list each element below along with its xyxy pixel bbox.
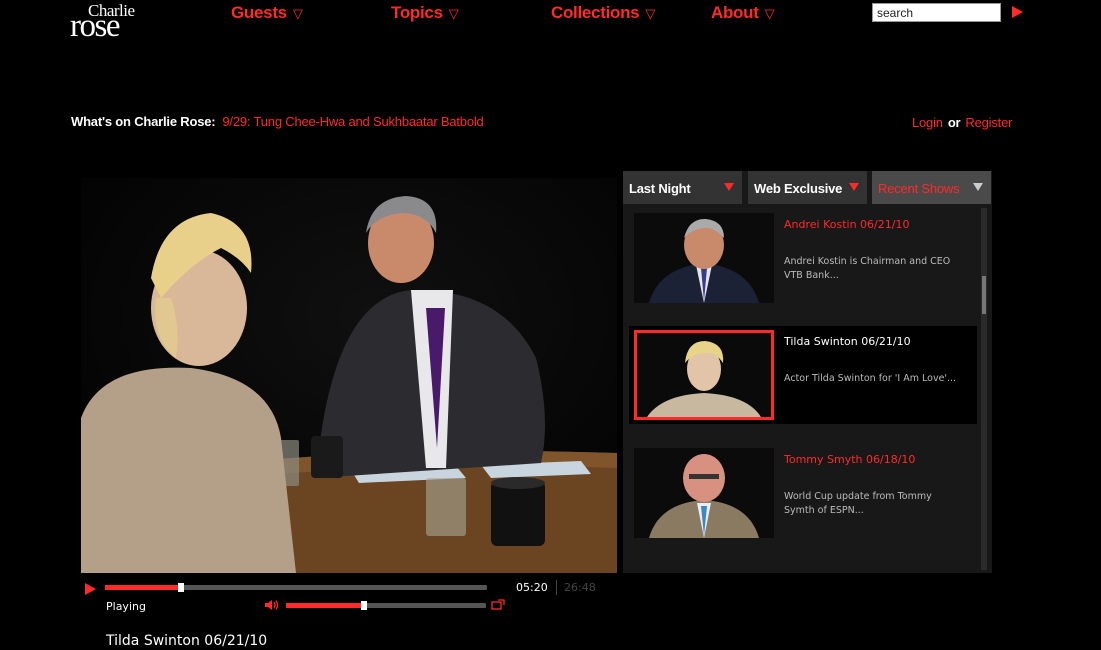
whats-on-link[interactable]: 9/29: Tung Chee-Hwa and Sukhbaatar Batbo… bbox=[222, 114, 483, 129]
show-thumbnail bbox=[634, 330, 774, 420]
tab-last-night-label: Last Night bbox=[629, 181, 691, 196]
show-description: Andrei Kostin is Chairman and CEO VTB Ba… bbox=[784, 256, 951, 281]
total-time: 26:48 bbox=[564, 581, 596, 594]
tab-web-exclusive-label: Web Exclusive bbox=[754, 181, 843, 196]
login-link[interactable]: Login bbox=[912, 115, 943, 130]
nav-guests-arrow-icon: ▽ bbox=[292, 6, 303, 21]
volume-level bbox=[286, 603, 364, 608]
list-item[interactable]: Tilda Swinton 06/21/10 Actor Tilda Swint… bbox=[629, 326, 977, 424]
scrollbar-handle[interactable] bbox=[982, 276, 986, 314]
show-title: Tommy Smyth 06/18/10 bbox=[784, 453, 916, 466]
auth-or-text: or bbox=[947, 115, 961, 130]
seek-progress bbox=[105, 585, 181, 590]
show-thumbnail bbox=[634, 213, 774, 303]
volume-icon[interactable] bbox=[265, 599, 279, 611]
nav-topics[interactable]: Topics ▽ bbox=[391, 3, 459, 23]
video-frame bbox=[81, 178, 617, 573]
nav-about-label: About bbox=[711, 3, 759, 22]
current-time: 05:20 bbox=[516, 581, 548, 594]
show-title: Tilda Swinton 06/21/10 bbox=[784, 335, 911, 348]
dropdown-arrow-icon bbox=[724, 183, 734, 191]
seek-bar[interactable] bbox=[105, 583, 487, 592]
search-input[interactable] bbox=[872, 3, 1001, 22]
nav-guests[interactable]: Guests ▽ bbox=[231, 3, 303, 23]
play-icon[interactable] bbox=[85, 583, 96, 595]
dropdown-arrow-icon bbox=[973, 183, 983, 191]
nav-topics-arrow-icon: ▽ bbox=[448, 6, 459, 21]
nav-collections-label: Collections bbox=[551, 3, 640, 22]
tab-recent-shows[interactable]: Recent Shows bbox=[872, 171, 991, 204]
show-description: World Cup update from Tommy Symth of ESP… bbox=[784, 491, 932, 516]
charlie-rose-logo[interactable]: Charlie rose bbox=[70, 2, 150, 44]
volume-slider[interactable] bbox=[286, 601, 486, 610]
nav-collections-arrow-icon: ▽ bbox=[645, 6, 656, 21]
tab-recent-shows-label: Recent Shows bbox=[878, 181, 960, 196]
list-item[interactable]: Tommy Smyth 06/18/10 World Cup update fr… bbox=[629, 444, 977, 542]
playback-status: Playing bbox=[106, 600, 146, 613]
shows-list: Andrei Kostin 06/21/10 Andrei Kostin is … bbox=[629, 209, 979, 571]
show-title: Andrei Kostin 06/21/10 bbox=[784, 218, 910, 231]
fullscreen-icon[interactable] bbox=[491, 599, 505, 611]
show-thumbnail bbox=[634, 448, 774, 538]
video-player[interactable] bbox=[81, 178, 617, 573]
auth-links: Login or Register bbox=[912, 115, 1012, 130]
whats-on-bar: What's on Charlie Rose: 9/29: Tung Chee-H… bbox=[71, 114, 484, 129]
nav-collections[interactable]: Collections ▽ bbox=[551, 3, 655, 23]
list-scrollbar[interactable] bbox=[981, 208, 987, 570]
nav-guests-label: Guests bbox=[231, 3, 287, 22]
volume-handle[interactable] bbox=[361, 601, 367, 610]
dropdown-arrow-icon bbox=[849, 183, 859, 191]
now-playing-title: Tilda Swinton 06/21/10 bbox=[106, 633, 268, 649]
nav-about-arrow-icon: ▽ bbox=[764, 6, 775, 21]
register-link[interactable]: Register bbox=[965, 115, 1012, 130]
tab-last-night[interactable]: Last Night bbox=[623, 171, 742, 204]
whats-on-label: What's on Charlie Rose: bbox=[71, 114, 216, 129]
nav-topics-label: Topics bbox=[391, 3, 443, 22]
shows-panel: Last Night Web Exclusive Recent Shows An… bbox=[623, 171, 992, 573]
seek-handle[interactable] bbox=[178, 583, 184, 592]
tab-web-exclusive[interactable]: Web Exclusive bbox=[748, 171, 867, 204]
show-description: Actor Tilda Swinton for 'I Am Love'... bbox=[784, 373, 957, 384]
search-go-icon[interactable] bbox=[1012, 6, 1023, 18]
nav-about[interactable]: About ▽ bbox=[711, 3, 775, 23]
time-divider bbox=[556, 580, 557, 595]
logo-line-2: rose bbox=[70, 8, 120, 44]
list-item[interactable]: Andrei Kostin 06/21/10 Andrei Kostin is … bbox=[629, 209, 977, 307]
